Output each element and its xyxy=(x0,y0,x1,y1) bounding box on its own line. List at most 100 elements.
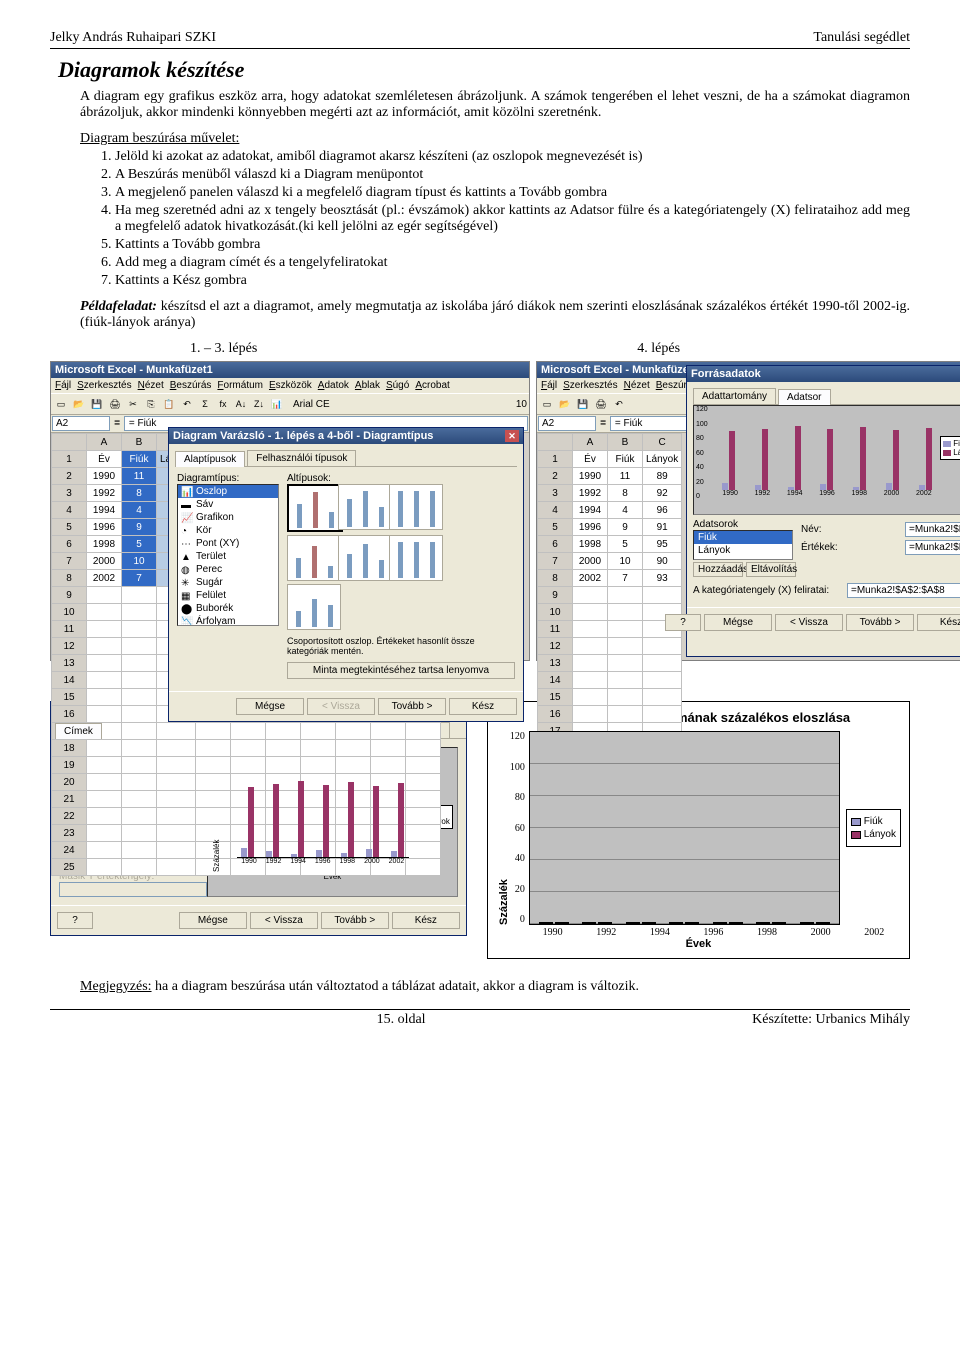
print-icon[interactable]: 🖨 xyxy=(107,396,123,412)
menu-adatok[interactable]: Adatok xyxy=(318,380,349,391)
subtype-100-stacked[interactable] xyxy=(389,484,443,530)
chart-type-sáv[interactable]: ▬Sáv xyxy=(178,498,278,511)
menu-szerkesztés[interactable]: Szerkesztés xyxy=(563,380,617,391)
back-button[interactable]: < Vissza xyxy=(775,614,843,631)
subtype-3d-stacked[interactable] xyxy=(338,535,392,581)
wizard1-buttons: Mégse < Vissza Tovább > Kész xyxy=(169,691,523,721)
chart-type-perec[interactable]: ◍Perec xyxy=(178,563,278,576)
open-icon[interactable]: 📂 xyxy=(557,396,573,412)
close-icon[interactable]: ✕ xyxy=(505,430,519,442)
menu-fájl[interactable]: Fájl xyxy=(55,380,71,391)
category-axis-input[interactable] xyxy=(847,583,960,598)
operation-subhead: Diagram beszúrása művelet: xyxy=(80,131,910,147)
chart-type-pont (xy)[interactable]: ⋯Pont (XY) xyxy=(178,537,278,550)
undo-icon[interactable]: ↶ xyxy=(611,396,627,412)
note-text: ha a diagram beszúrása után változtatod … xyxy=(152,979,639,994)
x-axis-label: Évek xyxy=(496,938,901,950)
name-box[interactable] xyxy=(52,416,110,431)
subtype-grid[interactable] xyxy=(287,484,515,630)
menu-formátum[interactable]: Formátum xyxy=(217,380,263,391)
wizard1-titlebar: Diagram Varázsló - 1. lépés a 4-ből - Di… xyxy=(169,428,523,444)
excel-toolbar[interactable]: ▭ 📂 💾 🖨 ✂ ⎘ 📋 ↶ Σ fx A↓ Z↓ 📊 Arial CE 10 xyxy=(51,393,529,415)
subtype-stacked-column[interactable] xyxy=(338,484,392,530)
copy-icon[interactable]: ⎘ xyxy=(143,396,159,412)
example-text: készítsd el azt a diagramot, amely megmu… xyxy=(80,299,910,330)
finish-button[interactable]: Kész xyxy=(449,698,517,715)
name-box-r[interactable] xyxy=(538,416,596,431)
chart-type-grafikon[interactable]: 📈Grafikon xyxy=(178,511,278,524)
page-header: Jelky András Ruhaipari SZKI Tanulási seg… xyxy=(50,30,910,49)
menu-eszközök[interactable]: Eszközök xyxy=(269,380,312,391)
wizard1-tabs: Alaptípusok Felhasználói típusok xyxy=(175,450,517,467)
excel-menubar[interactable]: Fájl Szerkesztés Nézet Beszúrás Formátum Eszk… xyxy=(51,378,529,393)
chart-type-felület[interactable]: ▦Felület xyxy=(178,589,278,602)
save-icon[interactable]: 💾 xyxy=(89,396,105,412)
chart-type-árfolyam[interactable]: 📉Árfolyam xyxy=(178,615,278,626)
new-icon[interactable]: ▭ xyxy=(539,396,555,412)
menu-szerkesztés[interactable]: Szerkesztés xyxy=(77,380,131,391)
next-button[interactable]: Tovább > xyxy=(378,698,446,715)
next-button[interactable]: Tovább > xyxy=(846,614,914,631)
menu-fájl[interactable]: Fájl xyxy=(541,380,557,391)
step-label-13: 1. – 3. lépés xyxy=(190,341,257,357)
menu-ablak[interactable]: Ablak xyxy=(355,380,380,391)
menu-nézet[interactable]: Nézet xyxy=(138,380,164,391)
tab-címek[interactable]: Címek xyxy=(55,723,102,739)
chart-wizard-step1: Diagram Varázsló - 1. lépés a 4-ből - Di… xyxy=(168,427,524,722)
cancel-button[interactable]: Mégse xyxy=(179,912,247,929)
subtype-3d-clustered[interactable] xyxy=(287,535,341,581)
subtype-clustered-column[interactable] xyxy=(287,484,343,532)
tab-data-range[interactable]: Adattartomány xyxy=(693,388,776,404)
subtype-3d-100-stacked[interactable] xyxy=(389,535,443,581)
open-icon[interactable]: 📂 xyxy=(71,396,87,412)
add-button[interactable]: Hozzáadás xyxy=(693,562,743,577)
menu-beszúrás[interactable]: Beszúrás xyxy=(170,380,212,391)
subtype-3d-column[interactable] xyxy=(287,584,341,630)
step-item: Kattints a Tovább gombra xyxy=(115,237,910,253)
new-icon[interactable]: ▭ xyxy=(53,396,69,412)
chart-type-kör[interactable]: ◔Kör xyxy=(178,524,278,537)
chart-icon[interactable]: 📊 xyxy=(269,396,285,412)
cancel-button[interactable]: Mégse xyxy=(236,698,304,715)
undo-icon[interactable]: ↶ xyxy=(179,396,195,412)
example-paragraph: Példafeladat: készítsd el azt a diagramo… xyxy=(80,299,910,331)
series-item-fiuk[interactable]: Fiúk xyxy=(694,531,792,544)
menu-nézet[interactable]: Nézet xyxy=(624,380,650,391)
cancel-button[interactable]: Mégse xyxy=(704,614,772,631)
chart-type-sugár[interactable]: ✳Sugár xyxy=(178,576,278,589)
finish-button[interactable]: Kész xyxy=(917,614,960,631)
sum-icon[interactable]: Σ xyxy=(197,396,213,412)
chart-type-oszlop[interactable]: 📊Oszlop xyxy=(178,485,278,498)
save-icon[interactable]: 💾 xyxy=(575,396,591,412)
font-selector[interactable]: Arial CE xyxy=(293,399,330,410)
help-icon[interactable]: ? xyxy=(665,614,701,631)
series-values-input[interactable] xyxy=(905,540,960,555)
remove-button[interactable]: Eltávolítás xyxy=(746,562,796,577)
next-button[interactable]: Tovább > xyxy=(321,912,389,929)
print-icon[interactable]: 🖨 xyxy=(593,396,609,412)
chart-type-buborék[interactable]: ⬤Buborék xyxy=(178,602,278,615)
series-name-input[interactable] xyxy=(905,522,960,537)
intro-paragraph: A diagram egy grafikus eszköz arra, hogy… xyxy=(80,89,910,121)
sort-desc-icon[interactable]: Z↓ xyxy=(251,396,267,412)
tab-custom-types[interactable]: Felhasználói típusok xyxy=(247,450,356,466)
series-item-lanyok[interactable]: Lányok xyxy=(694,544,792,557)
sort-asc-icon[interactable]: A↓ xyxy=(233,396,249,412)
menu-súgó[interactable]: Súgó xyxy=(386,380,409,391)
menu-acrobat[interactable]: Acrobat xyxy=(415,380,449,391)
cut-icon[interactable]: ✂ xyxy=(125,396,141,412)
chart-type-listbox[interactable]: 📊Oszlop▬Sáv📈Grafikon◔Kör⋯Pont (XY)▲Terül… xyxy=(177,484,279,626)
step-item: Jelöld ki azokat az adatokat, amiből dia… xyxy=(115,149,910,165)
series-listbox[interactable]: Fiúk Lányok xyxy=(693,530,793,560)
tab-series[interactable]: Adatsor xyxy=(778,389,830,405)
help-icon[interactable]: ? xyxy=(57,912,93,929)
steps-list: Jelöld ki azokat az adatokat, amiből dia… xyxy=(95,149,910,289)
footer-page: 15. oldal xyxy=(377,1012,426,1028)
chart-type-terület[interactable]: ▲Terület xyxy=(178,550,278,563)
tab-basic-types[interactable]: Alaptípusok xyxy=(175,451,245,467)
sample-button[interactable]: Minta megtekintéséhez tartsa lenyomva xyxy=(287,662,515,679)
paste-icon[interactable]: 📋 xyxy=(161,396,177,412)
back-button[interactable]: < Vissza xyxy=(250,912,318,929)
finish-button[interactable]: Kész xyxy=(392,912,460,929)
fx-icon[interactable]: fx xyxy=(215,396,231,412)
